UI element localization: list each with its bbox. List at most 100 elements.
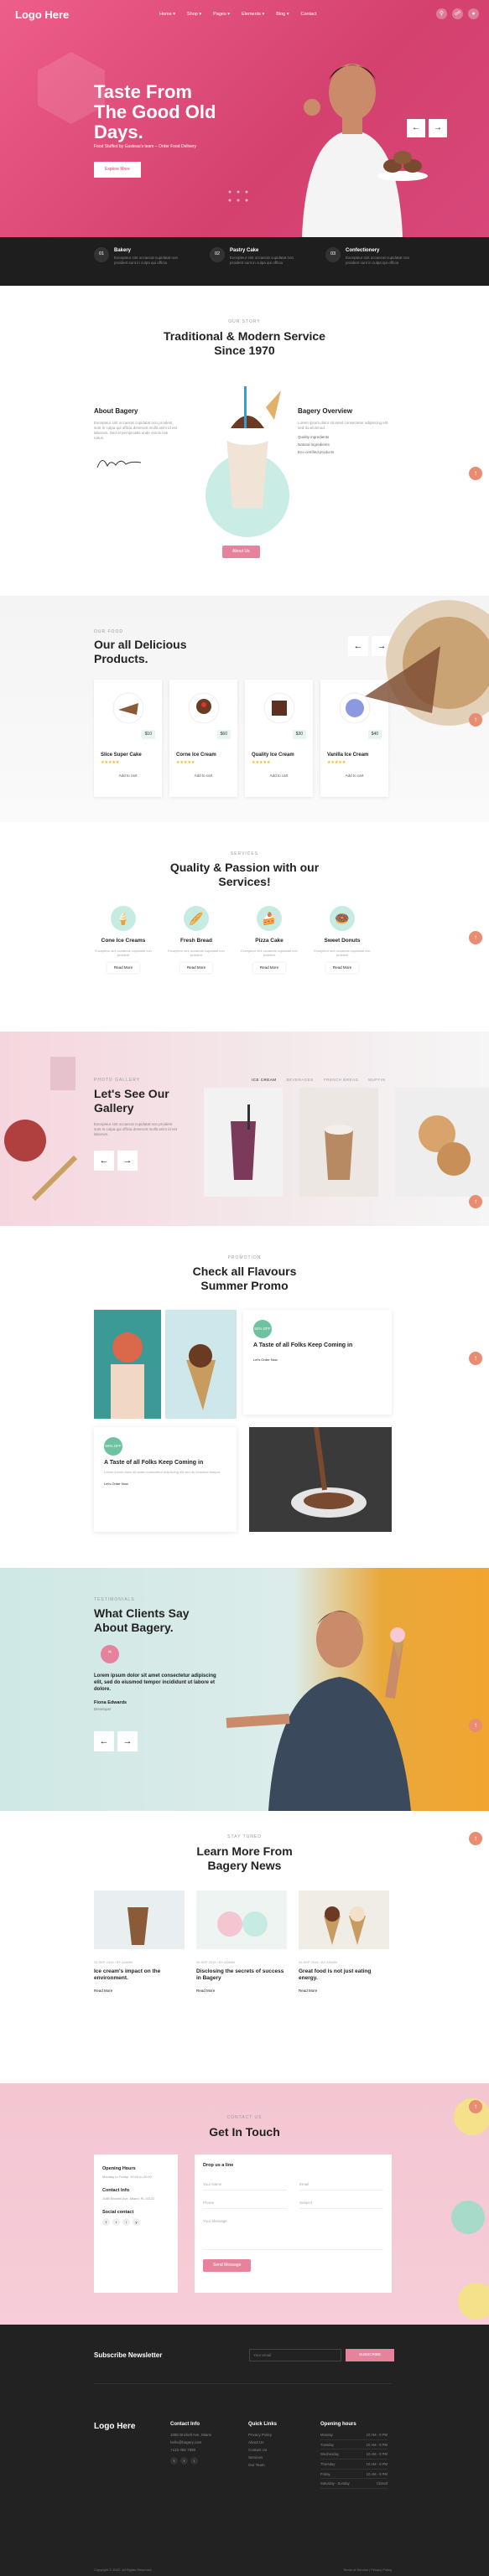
- prev-arrow-icon[interactable]: ←: [94, 1151, 114, 1171]
- ice-cream-icon: 🍦: [111, 906, 136, 931]
- scroll-up-icon[interactable]: ↑: [469, 1352, 482, 1365]
- send-message-button[interactable]: Send Message: [203, 2259, 252, 2272]
- facebook-icon[interactable]: f: [170, 2457, 178, 2465]
- subject-field[interactable]: Subject: [299, 2198, 383, 2210]
- product-card[interactable]: $10 Slice Super Cake ★★★★★ Add to cart: [94, 680, 162, 797]
- instagram-icon[interactable]: i: [190, 2457, 198, 2465]
- user-icon[interactable]: ●: [468, 8, 479, 19]
- legal-links[interactable]: Terms of Service | Privacy Policy: [343, 2568, 392, 2572]
- footer-links-title: Quick Links: [248, 2422, 278, 2427]
- tab-ice-cream[interactable]: ICE CREAM: [252, 1078, 277, 1083]
- scroll-up-icon[interactable]: ↑: [469, 713, 482, 727]
- tab-muffin[interactable]: MUFFIN: [368, 1078, 385, 1083]
- services-eyebrow: Services: [230, 851, 259, 856]
- product-name[interactable]: Quality Ice Cream: [252, 752, 294, 758]
- add-to-cart-button[interactable]: Add to cart: [327, 773, 382, 778]
- gallery-image[interactable]: [204, 1088, 283, 1197]
- news-card[interactable]: 26 SEP 2019 / BY ADMIN Ice cream's impac…: [94, 1891, 185, 2016]
- menu-item-shop[interactable]: Shop ▾: [187, 12, 201, 18]
- footer-hours: Opening hours Monday 10 AM - 8 PM Tuesday…: [320, 2421, 388, 2491]
- next-arrow-icon[interactable]: →: [117, 1731, 138, 1751]
- menu-item-home[interactable]: Home ▾: [159, 12, 175, 18]
- service-text: Excepteur sint occaecat cupidatat non pr…: [314, 948, 371, 958]
- read-more-link[interactable]: Read More: [299, 1989, 389, 1994]
- tab-french-bread[interactable]: FRENCH BREAD: [324, 1078, 359, 1083]
- menu-item-contact[interactable]: Contact: [301, 12, 317, 18]
- footer-link[interactable]: Services: [248, 2455, 277, 2460]
- explore-button[interactable]: Explore More: [94, 162, 141, 178]
- order-now-link[interactable]: Let's Order Now: [253, 1358, 382, 1362]
- next-arrow-icon[interactable]: →: [429, 119, 447, 137]
- read-more-button[interactable]: Read More: [325, 962, 359, 974]
- tab-beverages[interactable]: BEVERAGES: [287, 1078, 314, 1083]
- scroll-up-icon[interactable]: ↑: [469, 931, 482, 944]
- gallery-image[interactable]: [395, 1088, 489, 1197]
- testimonials-eyebrow: Testimonials: [94, 1597, 135, 1602]
- add-to-cart-button[interactable]: Add to cart: [252, 773, 306, 778]
- search-icon[interactable]: ⚲: [436, 8, 447, 19]
- site-logo[interactable]: Logo Here: [15, 8, 69, 23]
- email-field[interactable]: Email: [299, 2180, 383, 2191]
- twitter-icon[interactable]: t: [180, 2457, 188, 2465]
- gallery-image[interactable]: [299, 1088, 378, 1197]
- overview-item: Natural ingredients: [298, 442, 330, 447]
- menu-item-pages[interactable]: Pages ▾: [213, 12, 230, 18]
- nav-icons: ⚲ ☍ ●: [436, 8, 479, 19]
- rating-stars-icon: ★★★★★: [101, 760, 120, 765]
- read-more-button[interactable]: Read More: [252, 962, 286, 974]
- instagram-icon[interactable]: i: [122, 2218, 130, 2227]
- phone-field[interactable]: Phone: [203, 2198, 287, 2210]
- product-card[interactable]: $60 Corne Ice Cream ★★★★★ Add to cart: [169, 680, 237, 797]
- scroll-up-icon[interactable]: ↑: [469, 1832, 482, 1845]
- news-title[interactable]: Ice cream's impact on the environment.: [94, 1968, 185, 1982]
- add-to-cart-button[interactable]: Add to cart: [101, 773, 155, 778]
- footer-link[interactable]: Contact Us: [248, 2448, 277, 2453]
- news-card[interactable]: 26 SEP 2019 / BY ADMIN Disclosing the se…: [196, 1891, 287, 2016]
- footer-logo[interactable]: Logo Here: [94, 2421, 135, 2433]
- prev-arrow-icon[interactable]: ←: [94, 1731, 114, 1751]
- service-text: Excepteur sint occaecat cupidatat non pr…: [95, 948, 152, 958]
- prev-arrow-icon[interactable]: ←: [407, 119, 425, 137]
- menu-item-elements[interactable]: Elements ▾: [242, 12, 264, 18]
- newsletter-email-input[interactable]: Your email: [249, 2349, 341, 2361]
- product-card[interactable]: $30 Quality Ice Cream ★★★★★ Add to cart: [245, 680, 313, 797]
- scroll-up-icon[interactable]: ↑: [469, 467, 482, 480]
- product-name[interactable]: Slice Super Cake: [101, 752, 142, 758]
- read-more-button[interactable]: Read More: [179, 962, 213, 974]
- add-to-cart-button[interactable]: Add to cart: [176, 773, 231, 778]
- name-field[interactable]: Your Name: [203, 2180, 287, 2191]
- info-text: 1080 Brickell Ave, Miami, FL 33131: [102, 2196, 155, 2201]
- news-image: [299, 1891, 389, 1949]
- read-more-link[interactable]: Read More: [196, 1989, 287, 1994]
- product-price: $60: [216, 730, 231, 739]
- testimonials-title: What Clients Say About Bagery.: [94, 1606, 190, 1634]
- copyright-text: Copyright © 2022. All Rights Reserved.: [94, 2568, 153, 2572]
- footer-link[interactable]: Our Team: [248, 2463, 277, 2468]
- youtube-icon[interactable]: y: [133, 2218, 140, 2227]
- about-us-button[interactable]: About Us: [222, 546, 260, 558]
- next-arrow-icon[interactable]: →: [117, 1151, 138, 1171]
- subscribe-button[interactable]: SUBSCRIBE: [346, 2349, 394, 2361]
- facebook-icon[interactable]: f: [102, 2218, 110, 2227]
- news-title[interactable]: Disclosing the secrets of success in Bag…: [196, 1968, 287, 1982]
- product-name[interactable]: Corne Ice Cream: [176, 752, 216, 758]
- read-more-link[interactable]: Read More: [94, 1989, 185, 1994]
- scroll-up-icon[interactable]: ↑: [469, 1195, 482, 1208]
- footer-link[interactable]: Privacy Policy: [248, 2433, 277, 2438]
- scroll-up-icon[interactable]: ↑: [469, 2100, 482, 2113]
- news-card[interactable]: 26 SEP 2019 / BY ADMIN Great food is not…: [299, 1891, 389, 2016]
- hero-title: Taste From The Good Old Days.: [94, 81, 216, 143]
- read-more-button[interactable]: Read More: [107, 962, 140, 974]
- footer-link[interactable]: About Us: [248, 2440, 277, 2445]
- order-now-link[interactable]: Let's Order Now: [104, 1482, 226, 1486]
- twitter-icon[interactable]: t: [112, 2218, 120, 2227]
- service-name: Pizza Cake: [255, 938, 284, 944]
- product-image: [169, 680, 237, 737]
- news-title[interactable]: Great food is not just eating energy.: [299, 1968, 389, 1982]
- message-field[interactable]: Your Message: [203, 2216, 383, 2250]
- services-section: Services Quality & Passion with our Serv…: [0, 822, 489, 1032]
- scroll-up-icon[interactable]: ↑: [469, 1719, 482, 1732]
- menu-item-blog[interactable]: Blog ▾: [276, 12, 289, 18]
- promo-card-text: Lorem ipsum dolor sit amet consectetur a…: [104, 1470, 221, 1475]
- cart-icon[interactable]: ☍: [452, 8, 463, 19]
